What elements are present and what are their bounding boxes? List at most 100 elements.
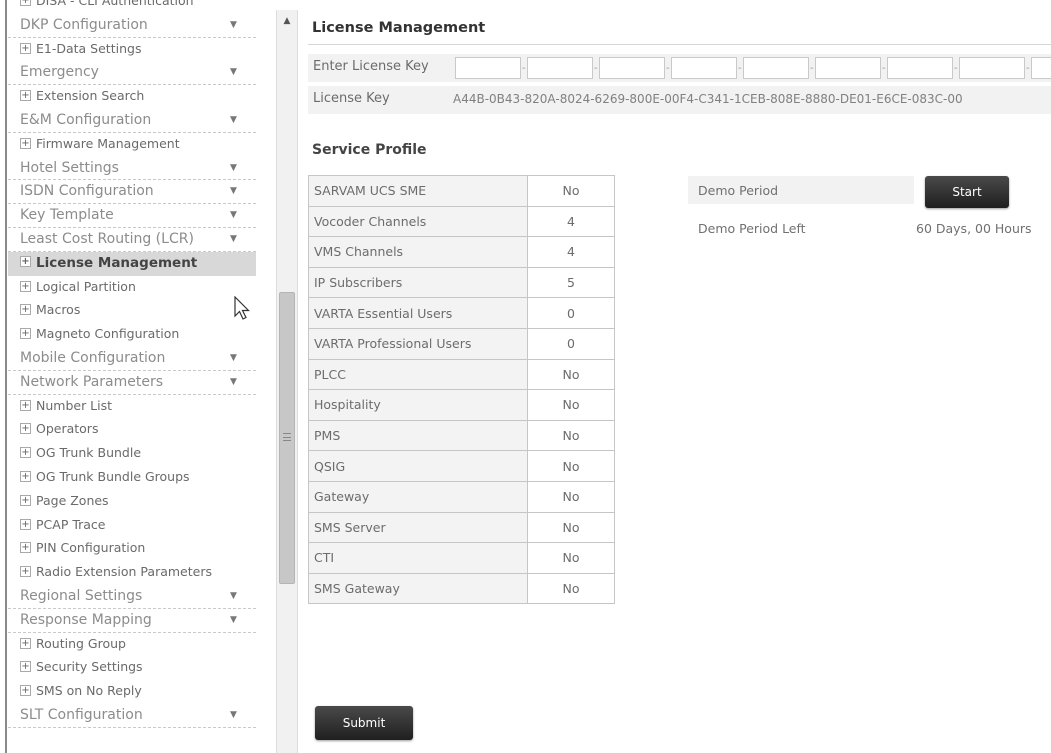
license-key-segment-input[interactable] [527, 57, 593, 79]
sidebar-item-firmware-management[interactable]: + Firmware Management [8, 133, 256, 157]
table-row: SARVAM UCS SME No [308, 175, 615, 207]
license-key-segment-input[interactable] [959, 57, 1025, 79]
sidebar-item-page-zones[interactable]: + Page Zones [8, 490, 256, 514]
expand-plus-icon: + [20, 256, 31, 268]
sidebar-item-label: Response Mapping [20, 611, 152, 628]
service-name-cell: Hospitality [308, 389, 528, 421]
submit-button[interactable]: Submit [315, 706, 413, 740]
sidebar-item-label: Firmware Management [36, 135, 180, 151]
key-separator: - [810, 63, 814, 74]
sidebar-item-network-parameters[interactable]: Network Parameters ▼ [8, 371, 256, 395]
table-row: VMS Channels 4 [308, 236, 615, 268]
title-divider [308, 44, 1051, 45]
sidebar-item-sms-on-no-reply[interactable]: + SMS on No Reply [8, 680, 256, 704]
expand-plus-icon: + [20, 42, 31, 54]
service-name-cell: QSIG [308, 450, 528, 482]
sidebar-scrollbar[interactable]: ▲ [276, 10, 298, 753]
sidebar-menu-list: + DISA - CLI Authentication DKP Configurat… [8, 0, 256, 728]
sidebar-item-mobile-configuration[interactable]: Mobile Configuration ▼ [8, 347, 256, 371]
service-name-cell: CTI [308, 542, 528, 574]
expand-plus-icon: + [20, 685, 31, 697]
sidebar-item-regional-settings[interactable]: Regional Settings ▼ [8, 585, 256, 609]
license-key-segment-input[interactable] [887, 57, 953, 79]
table-row: CTI No [308, 542, 615, 574]
sidebar-item-label: Mobile Configuration [20, 349, 166, 366]
sidebar-item-logical-partition[interactable]: + Logical Partition [8, 276, 256, 300]
demo-period-label: Demo Period [698, 183, 779, 198]
dropdown-arrow-icon: ▼ [230, 590, 237, 601]
sidebar-item-label: Logical Partition [36, 278, 136, 294]
service-value-cell: 4 [527, 236, 615, 268]
key-separator: - [522, 63, 526, 74]
service-name-cell: SMS Server [308, 511, 528, 544]
sidebar-item-license-management[interactable]: + License Management [8, 251, 256, 276]
sidebar-item-key-template[interactable]: Key Template ▼ [8, 204, 256, 228]
sidebar-item-label: Key Template [20, 207, 114, 224]
expand-plus-icon: + [20, 399, 31, 411]
mouse-pointer-icon [234, 296, 250, 320]
sidebar-item-least-cost-routing-lcr[interactable]: Least Cost Routing (LCR) ▼ [8, 228, 256, 252]
start-button[interactable]: Start [925, 176, 1009, 208]
sidebar-item-security-settings[interactable]: + Security Settings [8, 656, 256, 680]
license-key-segment-input[interactable] [599, 57, 665, 79]
sidebar-item-hotel-settings[interactable]: Hotel Settings ▼ [8, 157, 256, 181]
sidebar-item-label: Least Cost Routing (LCR) [20, 230, 194, 247]
table-row: VARTA Essential Users 0 [308, 297, 615, 329]
sidebar-item-disa-cli-authentication[interactable]: + DISA - CLI Authentication [8, 0, 256, 14]
license-key-segment-input[interactable] [1031, 57, 1051, 79]
license-key-segment-input[interactable] [455, 57, 521, 79]
sidebar-item-e-m-configuration[interactable]: E&M Configuration ▼ [8, 109, 256, 133]
sidebar-item-og-trunk-bundle[interactable]: + OG Trunk Bundle [8, 442, 256, 466]
sidebar-item-label: DISA - CLI Authentication [36, 0, 194, 8]
license-key-segment-input[interactable] [815, 57, 881, 79]
service-value-cell: 5 [527, 266, 615, 299]
license-key-segment-input[interactable] [743, 57, 809, 79]
license-key-segment-input[interactable] [671, 57, 737, 79]
expand-plus-icon: + [20, 137, 31, 149]
dropdown-arrow-icon: ▼ [230, 186, 237, 197]
service-profile-title: Service Profile [312, 142, 427, 158]
sidebar-item-label: Regional Settings [20, 587, 143, 604]
sidebar-item-response-mapping[interactable]: Response Mapping ▼ [8, 609, 256, 633]
expand-plus-icon: + [20, 90, 31, 102]
expand-plus-icon: + [20, 280, 31, 292]
sidebar-item-magneto-configuration[interactable]: + Magneto Configuration [8, 323, 256, 347]
sidebar-item-isdn-configuration[interactable]: ISDN Configuration ▼ [8, 180, 256, 205]
sidebar-item-emergency[interactable]: Emergency ▼ [8, 61, 256, 86]
service-value-cell: No [527, 480, 615, 513]
expand-plus-icon: + [20, 494, 31, 506]
scrollbar-thumb[interactable] [279, 292, 295, 584]
key-separator: - [666, 63, 670, 74]
scroll-up-arrow-icon[interactable]: ▲ [277, 10, 297, 32]
expand-plus-icon: + [20, 328, 31, 340]
sidebar-item-number-list[interactable]: + Number List [8, 395, 256, 419]
sidebar-item-operators[interactable]: + Operators [8, 418, 256, 442]
sidebar-item-routing-group[interactable]: + Routing Group [8, 633, 256, 657]
expand-plus-icon: + [20, 661, 31, 673]
table-row: QSIG No [308, 450, 615, 482]
demo-period-left-label: Demo Period Left [698, 221, 806, 236]
enter-license-key-row: Enter License Key - - - - - - - - [308, 54, 1051, 82]
service-name-cell: VARTA Essential Users [308, 297, 528, 329]
sidebar-item-label: Security Settings [36, 659, 143, 675]
scroll-grip-icon [283, 433, 291, 441]
dropdown-arrow-icon: ▼ [230, 376, 237, 387]
key-separator: - [738, 63, 742, 74]
expand-plus-icon: + [20, 304, 31, 316]
sidebar-item-radio-extension-parameters[interactable]: + Radio Extension Parameters [8, 561, 256, 585]
service-name-cell: PMS [308, 419, 528, 452]
sidebar-item-label: Number List [36, 397, 113, 413]
sidebar-item-e1-data-settings[interactable]: + E1-Data Settings [8, 38, 256, 62]
sidebar-item-og-trunk-bundle-groups[interactable]: + OG Trunk Bundle Groups [8, 466, 256, 490]
sidebar-item-pin-configuration[interactable]: + PIN Configuration [8, 537, 256, 561]
sidebar-item-macros[interactable]: + Macros [8, 299, 256, 323]
sidebar-item-pcap-trace[interactable]: + PCAP Trace [8, 514, 256, 538]
sidebar-item-dkp-configuration[interactable]: DKP Configuration ▼ [8, 14, 256, 38]
service-value-cell: No [527, 389, 615, 421]
table-row: VARTA Professional Users 0 [308, 327, 615, 360]
dropdown-arrow-icon: ▼ [230, 614, 237, 625]
sidebar-item-extension-search[interactable]: + Extension Search [8, 85, 256, 109]
service-value-cell: No [527, 542, 615, 574]
service-name-cell: VMS Channels [308, 236, 528, 268]
sidebar-item-slt-configuration[interactable]: SLT Configuration ▼ [8, 704, 256, 728]
